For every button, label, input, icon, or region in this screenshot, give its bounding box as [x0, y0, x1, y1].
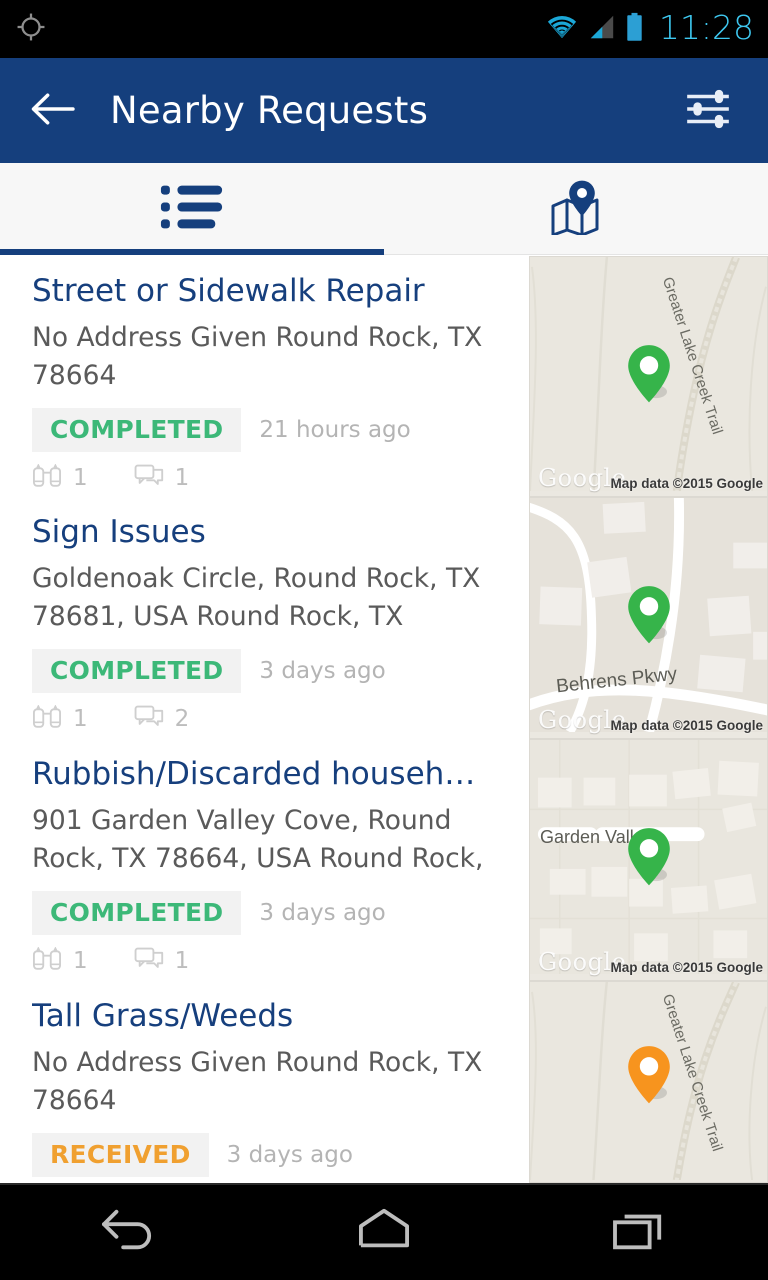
map-attribution: Map data ©2015 Google: [610, 476, 764, 491]
page-title: Nearby Requests: [110, 89, 429, 132]
tab-map-view[interactable]: [384, 163, 768, 255]
watchers-value: 1: [73, 464, 88, 491]
nav-recents-icon: [609, 1205, 671, 1259]
status-bar-clock: 11:28: [658, 8, 754, 47]
requests-list[interactable]: Street or Sidewalk Repair No Address Giv…: [0, 256, 768, 1183]
watchers-count: 1: [32, 703, 88, 733]
binoculars-icon: [32, 703, 62, 733]
request-details: Sign Issues Goldenoak Circle, Round Rock…: [0, 497, 529, 739]
android-navigation-bar: [0, 1183, 768, 1280]
map-view-icon: [548, 179, 604, 239]
list-item[interactable]: Street or Sidewalk Repair No Address Giv…: [0, 256, 768, 497]
time-ago: 3 days ago: [259, 899, 386, 926]
request-meta: RECEIVED 3 days ago: [32, 1132, 529, 1177]
list-item[interactable]: Tall Grass/Weeds No Address Given Round …: [0, 981, 768, 1183]
view-tabs: [0, 163, 768, 255]
request-title: Tall Grass/Weeds: [32, 999, 294, 1034]
status-bar: 11:28: [0, 0, 768, 58]
status-bar-left-icons: [14, 10, 48, 48]
map-thumbnail[interactable]: Greater Lake Creek Trail Google Map data…: [529, 256, 768, 497]
request-details: Street or Sidewalk Repair No Address Giv…: [0, 256, 529, 497]
navbar-divider: [0, 1183, 768, 1185]
request-address: 901 Garden Valley Cove, Round Rock, TX 7…: [32, 804, 484, 875]
app-screen: 11:28 Nearby Requests Street or Sidewalk…: [0, 0, 768, 1280]
map-attribution: Map data ©2015 Google: [610, 960, 764, 975]
request-meta: COMPLETED 3 days ago: [32, 648, 529, 693]
nav-back-button[interactable]: [0, 1183, 256, 1280]
map-pin-icon: [625, 343, 673, 407]
map-attribution: Map data ©2015 Google: [610, 718, 764, 733]
request-title: Sign Issues: [32, 515, 206, 550]
request-address: No Address Given Round Rock, TX 78664: [32, 1046, 483, 1117]
request-address: Goldenoak Circle, Round Rock, TX 78681, …: [32, 562, 481, 633]
comment-bubbles-icon: [134, 947, 164, 975]
battery-full-icon: [625, 12, 644, 46]
request-meta: COMPLETED 3 days ago: [32, 890, 529, 935]
watchers-count: 1: [32, 462, 88, 492]
map-thumbnail[interactable]: Behrens Pkwy Google Map data ©2015 Googl…: [529, 497, 768, 739]
cell-signal-icon: [588, 13, 616, 45]
comments-value: 1: [174, 947, 190, 974]
comments-count: 1: [134, 947, 190, 975]
list-item[interactable]: Rubbish/Discarded househ… 901 Garden Val…: [0, 739, 768, 981]
status-badge: COMPLETED: [32, 890, 242, 935]
request-counts: 1 2: [32, 703, 529, 733]
watchers-value: 1: [73, 947, 88, 974]
map-pin-icon: [625, 1045, 673, 1109]
nav-home-button[interactable]: [256, 1183, 512, 1280]
back-button[interactable]: [30, 88, 76, 134]
watchers-value: 1: [73, 705, 88, 732]
time-ago: 21 hours ago: [259, 416, 411, 443]
status-badge: RECEIVED: [32, 1132, 209, 1177]
wifi-icon: [545, 13, 579, 45]
map-pin-icon: [625, 585, 673, 649]
comment-bubbles-icon: [134, 464, 164, 492]
map-thumbnail[interactable]: Greater Lake Creek Trail: [529, 981, 768, 1183]
watchers-count: 1: [32, 945, 88, 975]
filter-sliders-icon: [683, 84, 733, 138]
request-counts: 1 1: [32, 945, 529, 975]
request-address: No Address Given Round Rock, TX 78664: [32, 321, 483, 392]
status-badge: COMPLETED: [32, 407, 242, 452]
status-badge: COMPLETED: [32, 648, 242, 693]
filter-button[interactable]: [678, 81, 738, 141]
time-ago: 3 days ago: [259, 657, 386, 684]
list-item[interactable]: Sign Issues Goldenoak Circle, Round Rock…: [0, 497, 768, 739]
active-tab-indicator: [0, 249, 384, 255]
comments-count: 2: [134, 705, 190, 733]
request-title: Street or Sidewalk Repair: [32, 274, 425, 309]
comments-value: 1: [174, 464, 190, 491]
gps-crosshair-icon: [14, 10, 48, 48]
request-meta: COMPLETED 21 hours ago: [32, 407, 529, 452]
comments-count: 1: [134, 464, 190, 492]
request-counts: 1 1: [32, 462, 529, 492]
binoculars-icon: [32, 462, 62, 492]
list-view-icon: [159, 180, 225, 238]
nav-home-icon: [353, 1205, 415, 1259]
app-bar: Nearby Requests: [0, 58, 768, 163]
tab-list-view[interactable]: [0, 163, 384, 255]
request-details: Rubbish/Discarded househ… 901 Garden Val…: [0, 739, 529, 981]
binoculars-icon: [32, 945, 62, 975]
status-bar-right-icons: 11:28: [545, 11, 754, 47]
request-details: Tall Grass/Weeds No Address Given Round …: [0, 981, 529, 1183]
map-thumbnail[interactable]: Garden Valley Google Map data ©2015 Goog…: [529, 739, 768, 981]
time-ago: 3 days ago: [226, 1141, 353, 1168]
back-arrow-icon: [30, 91, 76, 131]
map-pin-icon: [625, 827, 673, 891]
nav-back-icon: [97, 1205, 159, 1259]
comments-value: 2: [174, 705, 190, 732]
comment-bubbles-icon: [134, 705, 164, 733]
nav-recents-button[interactable]: [512, 1183, 768, 1280]
request-title: Rubbish/Discarded househ…: [32, 757, 476, 792]
